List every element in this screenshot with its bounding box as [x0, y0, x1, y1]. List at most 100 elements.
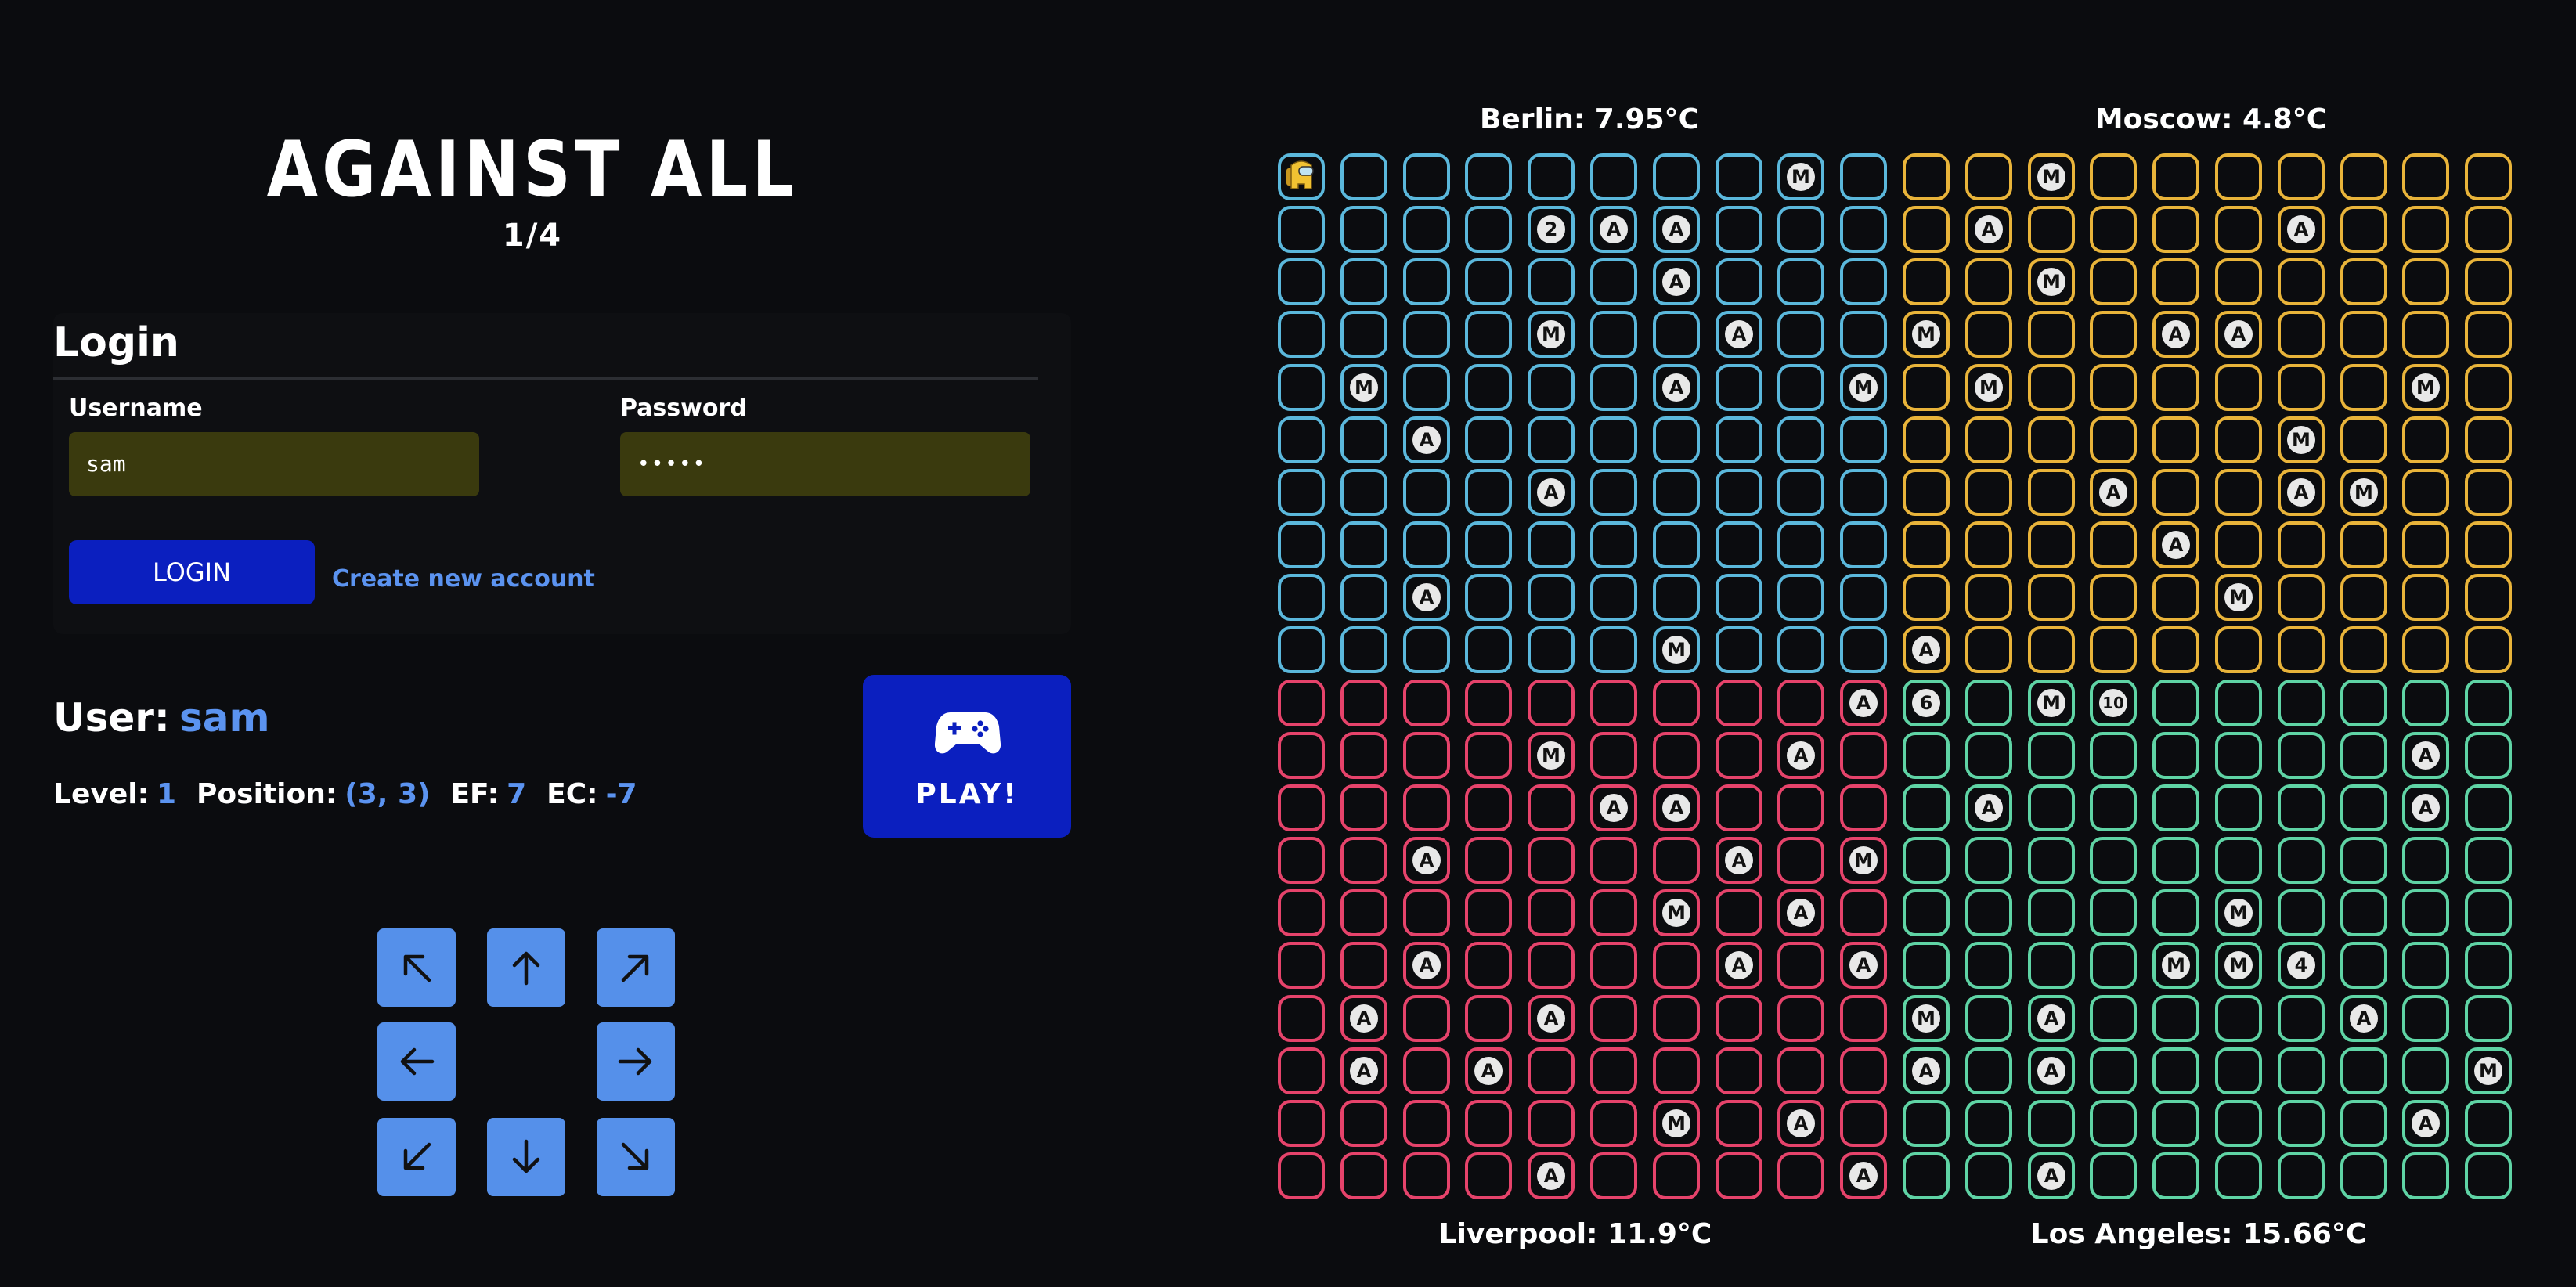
board-cell[interactable]: A — [1653, 258, 1700, 305]
board-cell[interactable] — [1777, 416, 1824, 463]
board-cell[interactable] — [2152, 1047, 2199, 1094]
board-cell[interactable] — [1716, 680, 1762, 726]
board-cell[interactable] — [1590, 1047, 1637, 1094]
board-cell[interactable] — [1403, 469, 1450, 516]
board-cell[interactable] — [2215, 153, 2262, 200]
board-cell[interactable]: 10 — [2090, 680, 2137, 726]
board-cell[interactable] — [2028, 206, 2075, 253]
board-cell[interactable] — [1840, 416, 1887, 463]
board-cell[interactable] — [1903, 837, 1950, 884]
board-cell[interactable] — [1340, 206, 1387, 253]
board-cell[interactable] — [1653, 469, 1700, 516]
board-cell[interactable] — [1528, 889, 1575, 936]
board-cell[interactable] — [2152, 889, 2199, 936]
board-cell[interactable] — [1903, 574, 1950, 621]
board-cell[interactable]: A — [1528, 1152, 1575, 1199]
board-cell[interactable] — [2152, 416, 2199, 463]
board-cell[interactable] — [1340, 626, 1387, 673]
board-cell[interactable]: A — [1777, 732, 1824, 779]
board-cell[interactable] — [1465, 206, 1512, 253]
board-cell[interactable] — [1653, 521, 1700, 568]
board-cell[interactable] — [2340, 311, 2387, 358]
board-cell[interactable] — [1653, 1152, 1700, 1199]
board-cell[interactable] — [1403, 889, 1450, 936]
board-cell[interactable] — [2340, 1152, 2387, 1199]
board-cell[interactable] — [1465, 626, 1512, 673]
board-cell[interactable] — [1716, 153, 1762, 200]
board-cell[interactable] — [2465, 889, 2512, 936]
board-cell[interactable]: A — [1340, 1047, 1387, 1094]
board-cell[interactable] — [1340, 574, 1387, 621]
board-cell[interactable] — [2090, 1047, 2137, 1094]
board-cell[interactable] — [2465, 364, 2512, 411]
board-cell[interactable] — [2465, 153, 2512, 200]
board-cell[interactable] — [1653, 153, 1700, 200]
board-cell[interactable]: M — [1777, 153, 1824, 200]
board-cell[interactable] — [1903, 889, 1950, 936]
board-cell[interactable] — [1903, 153, 1950, 200]
board-cell[interactable] — [1840, 153, 1887, 200]
board-cell[interactable]: M — [2340, 469, 2387, 516]
board-cell[interactable]: M — [2465, 1047, 2512, 1094]
board-cell[interactable] — [1777, 837, 1824, 884]
board-cell[interactable] — [2465, 680, 2512, 726]
board-cell[interactable] — [1278, 680, 1325, 726]
board-cell[interactable] — [1590, 732, 1637, 779]
board-cell[interactable]: A — [1340, 995, 1387, 1042]
board-cell[interactable]: M — [1840, 364, 1887, 411]
board-cell[interactable] — [2215, 258, 2262, 305]
board-cell[interactable]: M — [1653, 626, 1700, 673]
board-cell[interactable] — [2090, 311, 2137, 358]
board-cell[interactable] — [2465, 311, 2512, 358]
board-cell[interactable] — [1465, 521, 1512, 568]
board-cell[interactable] — [2465, 521, 2512, 568]
board-cell[interactable] — [1716, 469, 1762, 516]
board-cell[interactable] — [2278, 364, 2325, 411]
board-cell[interactable] — [1465, 942, 1512, 989]
board-cell[interactable] — [1903, 521, 1950, 568]
board-cell[interactable]: A — [1777, 889, 1824, 936]
board-cell[interactable] — [2465, 469, 2512, 516]
board-cell[interactable]: A — [1716, 311, 1762, 358]
board-cell[interactable] — [1840, 784, 1887, 831]
board-cell[interactable]: A — [1653, 364, 1700, 411]
board-cell[interactable] — [2215, 680, 2262, 726]
board-cell[interactable] — [2028, 469, 2075, 516]
board-cell[interactable] — [1903, 942, 1950, 989]
board-cell[interactable] — [1465, 837, 1512, 884]
board-cell[interactable] — [1278, 995, 1325, 1042]
board-cell[interactable] — [1278, 942, 1325, 989]
board-cell[interactable] — [1465, 889, 1512, 936]
board-cell[interactable] — [1590, 364, 1637, 411]
board-cell[interactable]: A — [2402, 732, 2449, 779]
board-cell[interactable] — [2152, 258, 2199, 305]
board-cell[interactable] — [2090, 732, 2137, 779]
board-cell[interactable] — [1653, 732, 1700, 779]
move-down-left-button[interactable] — [377, 1118, 456, 1196]
board-cell[interactable] — [1340, 416, 1387, 463]
board-cell[interactable] — [2402, 680, 2449, 726]
board-cell[interactable] — [1840, 626, 1887, 673]
board-cell[interactable]: M — [2215, 889, 2262, 936]
board-cell[interactable] — [2278, 153, 2325, 200]
board-cell[interactable] — [2465, 416, 2512, 463]
board-cell[interactable] — [1278, 889, 1325, 936]
board-cell[interactable] — [2152, 1152, 2199, 1199]
board-cell[interactable] — [2152, 732, 2199, 779]
board-cell[interactable] — [1465, 469, 1512, 516]
board-cell[interactable] — [2465, 1152, 2512, 1199]
board-cell[interactable]: A — [2028, 995, 2075, 1042]
board-cell[interactable] — [1278, 1152, 1325, 1199]
board-cell[interactable] — [1903, 469, 1950, 516]
board-cell[interactable] — [2215, 1100, 2262, 1147]
move-left-button[interactable] — [377, 1022, 456, 1101]
board-cell[interactable] — [2465, 574, 2512, 621]
board-cell[interactable] — [1403, 206, 1450, 253]
board-cell[interactable] — [2402, 995, 2449, 1042]
board-cell[interactable] — [1278, 784, 1325, 831]
board-cell[interactable] — [2340, 1100, 2387, 1147]
board-cell[interactable] — [1403, 1152, 1450, 1199]
board-cell[interactable] — [2340, 942, 2387, 989]
board-cell[interactable] — [2090, 1152, 2137, 1199]
board-cell[interactable]: A — [1840, 680, 1887, 726]
